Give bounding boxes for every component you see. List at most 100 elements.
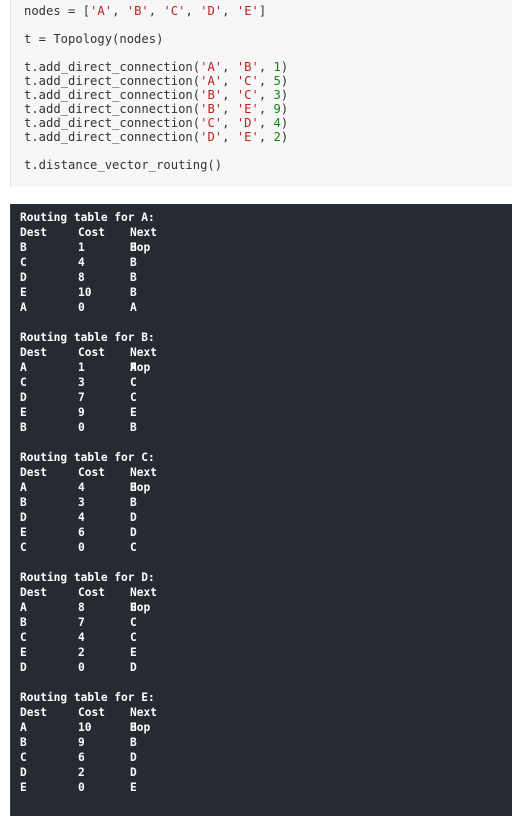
- dest-cell: A: [20, 361, 27, 374]
- number-token: 3: [273, 88, 281, 102]
- column-header: Dest: [20, 706, 47, 719]
- number-token: 4: [273, 116, 281, 130]
- code-line: t.distance_vector_routing(): [24, 158, 288, 172]
- code-token: ,: [222, 74, 237, 88]
- table-row: B 9 B: [20, 735, 155, 750]
- string-token: 'C': [236, 74, 259, 88]
- next-hop-cell: E: [130, 406, 137, 419]
- string-token: 'A': [200, 74, 223, 88]
- code-token: ): [280, 102, 289, 116]
- next-hop-cell: C: [130, 631, 137, 644]
- cost-cell: 3: [78, 376, 85, 389]
- column-header: Dest: [20, 226, 47, 239]
- code-cell[interactable]: nodes = ['A', 'B', 'C', 'D', 'E'] t = Top…: [10, 0, 512, 187]
- next-hop-cell: B: [130, 286, 137, 299]
- output-text: Routing table for A: Dest Cost Next Hop B 1 B C…: [20, 210, 157, 810]
- routing-table-title: Routing table for C:: [20, 451, 155, 464]
- next-hop-cell: C: [130, 541, 137, 554]
- code-token: ,: [258, 74, 274, 88]
- code-token: t.add_direct_connection(: [24, 74, 201, 88]
- routing-table: Routing table for D: Dest Cost Next Hop A 8 C B…: [20, 570, 157, 675]
- string-token: 'C': [200, 116, 223, 130]
- table-row: C 3 C: [20, 375, 155, 390]
- dest-cell: E: [20, 406, 27, 419]
- code-token: t.add_direct_connection(: [24, 130, 201, 144]
- next-hop-cell: D: [130, 511, 137, 524]
- cost-cell: 0: [78, 421, 85, 434]
- column-header: Dest: [20, 466, 47, 479]
- next-hop-cell: B: [130, 241, 137, 254]
- cost-cell: 0: [78, 301, 85, 314]
- table-row: C 6 D: [20, 750, 155, 765]
- dest-cell: D: [20, 391, 27, 404]
- table-row: D 8 B: [20, 270, 155, 285]
- cost-cell: 2: [78, 646, 85, 659]
- column-header: Dest: [20, 586, 47, 599]
- code-token: ): [280, 116, 289, 130]
- code-token: ,: [258, 102, 274, 116]
- table-row: B 7 C: [20, 615, 155, 630]
- code-token: ,: [222, 88, 237, 102]
- code-line: t.add_direct_connection('A', 'C', 5): [24, 74, 288, 88]
- routing-table-title: Routing table for A:: [20, 211, 155, 224]
- cost-cell: 3: [78, 496, 85, 509]
- table-row: E 0 E: [20, 780, 155, 795]
- string-token: 'B': [126, 4, 149, 18]
- dest-cell: C: [20, 541, 27, 554]
- table-row: D 4 D: [20, 510, 155, 525]
- cost-cell: 10: [78, 721, 92, 734]
- next-hop-cell: B: [130, 481, 137, 494]
- next-hop-cell: D: [130, 766, 137, 779]
- routing-table: Routing table for E: Dest Cost Next Hop A 10 B…: [20, 690, 157, 795]
- code-line: t = Topology(nodes): [24, 32, 288, 46]
- cost-cell: 4: [78, 256, 85, 269]
- dest-cell: A: [20, 481, 27, 494]
- cost-cell: 4: [78, 481, 85, 494]
- dest-cell: E: [20, 781, 27, 794]
- cost-cell: 9: [78, 406, 85, 419]
- table-row: B 3 B: [20, 495, 155, 510]
- string-token: 'B': [200, 88, 223, 102]
- string-token: 'E': [236, 102, 259, 116]
- code-token: ,: [222, 102, 237, 116]
- dest-cell: A: [20, 301, 27, 314]
- cost-cell: 7: [78, 616, 85, 629]
- dest-cell: C: [20, 751, 27, 764]
- output-cell: Routing table for A: Dest Cost Next Hop B 1 B C…: [10, 204, 512, 816]
- string-token: 'C': [236, 88, 259, 102]
- dest-cell: C: [20, 256, 27, 269]
- cost-cell: 6: [78, 751, 85, 764]
- column-header: Cost: [78, 346, 105, 359]
- dest-cell: B: [20, 616, 27, 629]
- column-header: Cost: [78, 226, 105, 239]
- next-hop-cell: B: [130, 256, 137, 269]
- cost-cell: 2: [78, 766, 85, 779]
- dest-cell: B: [20, 421, 27, 434]
- code-token: ): [280, 60, 289, 74]
- code-line: t.add_direct_connection('A', 'B', 1): [24, 60, 288, 74]
- code-token: ,: [258, 130, 274, 144]
- string-token: 'A': [90, 4, 113, 18]
- code-token: ,: [222, 116, 237, 130]
- code-editor[interactable]: nodes = ['A', 'B', 'C', 'D', 'E'] t = Top…: [24, 4, 288, 172]
- routing-table: Routing table for A: Dest Cost Next Hop B 1 B C…: [20, 210, 157, 315]
- code-line: t.add_direct_connection('D', 'E', 2): [24, 130, 288, 144]
- dest-cell: E: [20, 646, 27, 659]
- code-token: ,: [148, 4, 164, 18]
- number-token: 2: [273, 130, 281, 144]
- column-header: Cost: [78, 466, 105, 479]
- dest-cell: E: [20, 286, 27, 299]
- code-token: ,: [258, 88, 274, 102]
- code-token: t.add_direct_connection(: [24, 102, 201, 116]
- code-token: t = Topology(nodes): [24, 32, 164, 46]
- cost-cell: 8: [78, 271, 85, 284]
- dest-cell: B: [20, 241, 27, 254]
- dest-cell: B: [20, 496, 27, 509]
- code-token: t.distance_vector_routing(): [24, 158, 223, 172]
- code-token: t.add_direct_connection(: [24, 60, 201, 74]
- code-line: t.add_direct_connection('C', 'D', 4): [24, 116, 288, 130]
- cost-cell: 0: [78, 541, 85, 554]
